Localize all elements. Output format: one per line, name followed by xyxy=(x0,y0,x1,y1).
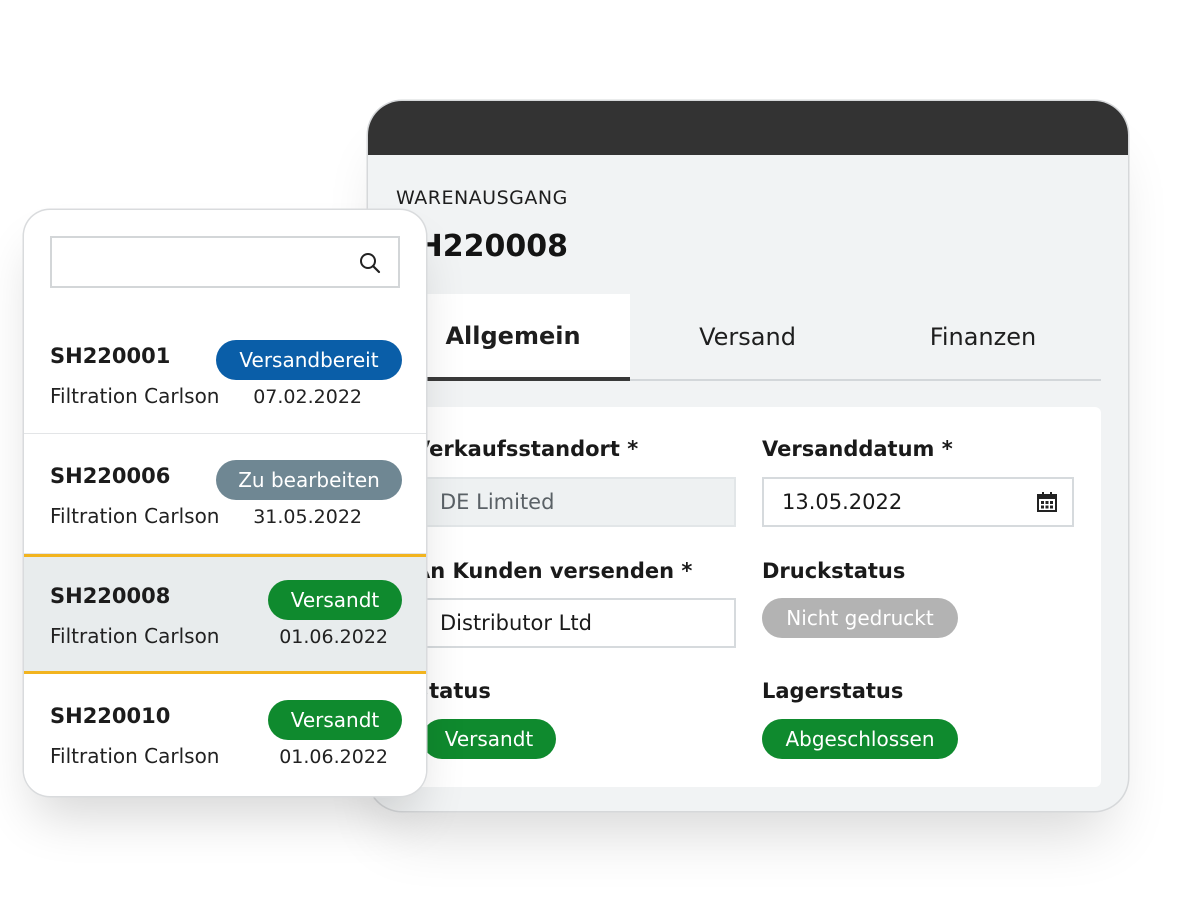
druckstatus-badge-text: Nicht gedruckt xyxy=(786,606,934,630)
window-title-bar xyxy=(368,101,1128,155)
list-item[interactable]: SH220006 Zu bearbeiten Filtration Carlso… xyxy=(24,434,426,554)
verkaufsstandort-value: DE Limited xyxy=(440,490,555,514)
verkaufsstandort-label: Verkaufsstandort * xyxy=(414,437,639,461)
shipment-id: SH220006 xyxy=(50,464,171,488)
versanddatum-value: 13.05.2022 xyxy=(782,490,903,514)
customer-name: Filtration Carlson xyxy=(50,384,220,408)
shipment-id: SH220001 xyxy=(50,344,171,368)
status-badge-text: Versandt xyxy=(444,727,534,751)
search-bar xyxy=(24,210,426,315)
status-badge-text: Zu bearbeiten xyxy=(238,468,380,492)
versanddatum-label: Versanddatum * xyxy=(762,437,953,461)
verkaufsstandort-field: DE Limited xyxy=(414,477,736,527)
list-item[interactable]: SH220010 Versandt Filtration Carlson 01.… xyxy=(24,674,426,794)
lagerstatus-badge: Abgeschlossen xyxy=(762,719,958,759)
tab-label: Versand xyxy=(699,322,796,351)
kunde-field[interactable]: Distributor Ltd xyxy=(414,598,736,648)
shipment-date: 31.05.2022 xyxy=(253,506,362,528)
status-badge: Versandt xyxy=(268,700,402,740)
shipment-id: SH220008 xyxy=(50,584,171,608)
shipment-date: 01.06.2022 xyxy=(279,746,388,768)
customer-name: Filtration Carlson xyxy=(50,624,220,648)
calendar-icon[interactable] xyxy=(1036,491,1058,513)
status-badge-text: Versandt xyxy=(290,708,380,732)
status-badge: Versandbereit xyxy=(216,340,402,380)
status-badge: Versandt xyxy=(268,580,402,620)
lagerstatus-label: Lagerstatus xyxy=(762,679,904,703)
search-input[interactable] xyxy=(50,236,400,288)
lagerstatus-badge-text: Abgeschlossen xyxy=(785,727,935,751)
customer-name: Filtration Carlson xyxy=(50,504,220,528)
list-item[interactable]: SH220001 Versandbereit Filtration Carlso… xyxy=(24,314,426,434)
versanddatum-field[interactable]: 13.05.2022 xyxy=(762,477,1074,527)
shipment-date: 01.06.2022 xyxy=(279,626,388,648)
search-icon[interactable] xyxy=(358,251,382,275)
detail-content: WARENAUSGANG SH220008 Allgemein Versand … xyxy=(368,155,1128,811)
tab-finanzen[interactable]: Finanzen xyxy=(865,294,1101,379)
detail-tabs: Allgemein Versand Finanzen xyxy=(396,294,1101,381)
status-badge-text: Versandt xyxy=(290,588,380,612)
kunde-label: An Kunden versenden * xyxy=(414,559,693,583)
shipment-date: 07.02.2022 xyxy=(253,386,362,408)
tab-label: Finanzen xyxy=(929,322,1037,351)
druckstatus-badge: Nicht gedruckt xyxy=(762,598,958,638)
general-form: Verkaufsstandort * DE Limited An Kunden … xyxy=(396,407,1101,787)
tab-allgemein[interactable]: Allgemein xyxy=(396,294,630,381)
shipment-id: SH220010 xyxy=(50,704,171,728)
list-item-selected[interactable]: SH220008 Versandt Filtration Carlson 01.… xyxy=(24,554,426,674)
tab-label: Allgemein xyxy=(445,321,581,350)
status-badge: Zu bearbeiten xyxy=(216,460,402,500)
status-badge-text: Versandbereit xyxy=(239,348,379,372)
kunde-value: Distributor Ltd xyxy=(440,611,592,635)
shipment-detail-window: WARENAUSGANG SH220008 Allgemein Versand … xyxy=(368,101,1128,811)
shipment-list-panel: SH220001 Versandbereit Filtration Carlso… xyxy=(24,210,426,796)
module-label: WARENAUSGANG xyxy=(396,187,568,209)
druckstatus-label: Druckstatus xyxy=(762,559,906,583)
customer-name: Filtration Carlson xyxy=(50,744,220,768)
status-badge: Versandt xyxy=(422,719,556,759)
tab-versand[interactable]: Versand xyxy=(630,294,865,379)
